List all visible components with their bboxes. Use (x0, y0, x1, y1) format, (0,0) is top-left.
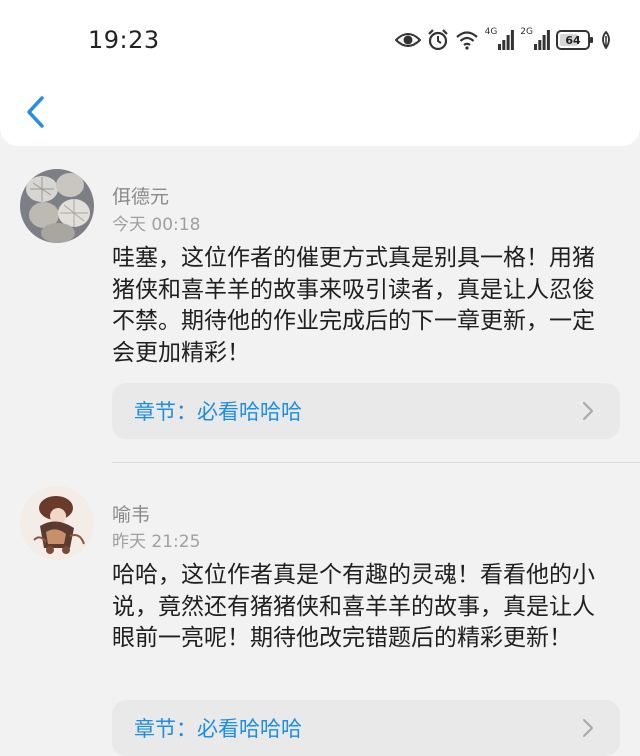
chapter-link[interactable]: 章节：必看哈哈哈 (112, 383, 620, 439)
signal-icon: 4G (484, 27, 515, 50)
username[interactable]: 喻韦 (112, 500, 150, 527)
status-bar: 19:23 4G 2G 64 (0, 0, 640, 80)
battery-icon: 64 (556, 30, 593, 50)
chapter-link-label: 章节：必看哈哈哈 (134, 400, 302, 424)
avatar[interactable] (20, 486, 94, 560)
status-time: 19:23 (88, 26, 160, 54)
status-icons: 4G 2G 64 (394, 26, 612, 54)
network-type-label: 4G (484, 27, 498, 37)
comment-time: 今天 00:18 (112, 215, 201, 235)
chevron-left-icon (27, 96, 44, 128)
avatar[interactable] (20, 169, 94, 243)
comment-time: 昨天 21:25 (112, 532, 201, 552)
chevron-right-icon (582, 401, 594, 421)
eye-icon (394, 31, 421, 49)
leaf-icon (600, 31, 612, 49)
chapter-link[interactable]: 章节：必看哈哈哈 (112, 700, 620, 756)
signal-icon: 2G (520, 27, 550, 50)
wifi-icon (455, 30, 479, 50)
chapter-link-label: 章节：必看哈哈哈 (134, 717, 302, 741)
comment-text: 哈哈，这位作者真是个有趣的灵魂！看看他的小说，竟然还有猪猪侠和喜羊羊的故事，真是… (112, 562, 595, 651)
divider (112, 462, 640, 463)
top-bar: 19:23 4G 2G 64 (0, 0, 640, 146)
comment-text: 哇塞，这位作者的催更方式真是别具一格！用猪猪侠和喜羊羊的故事来吸引读者，真是让人… (112, 245, 595, 366)
network-type-label: 2G (520, 27, 533, 37)
back-button[interactable] (20, 90, 50, 134)
alarm-icon (427, 29, 449, 51)
chevron-right-icon (582, 718, 594, 738)
username[interactable]: 佴德元 (112, 182, 169, 209)
battery-level: 64 (565, 33, 581, 47)
